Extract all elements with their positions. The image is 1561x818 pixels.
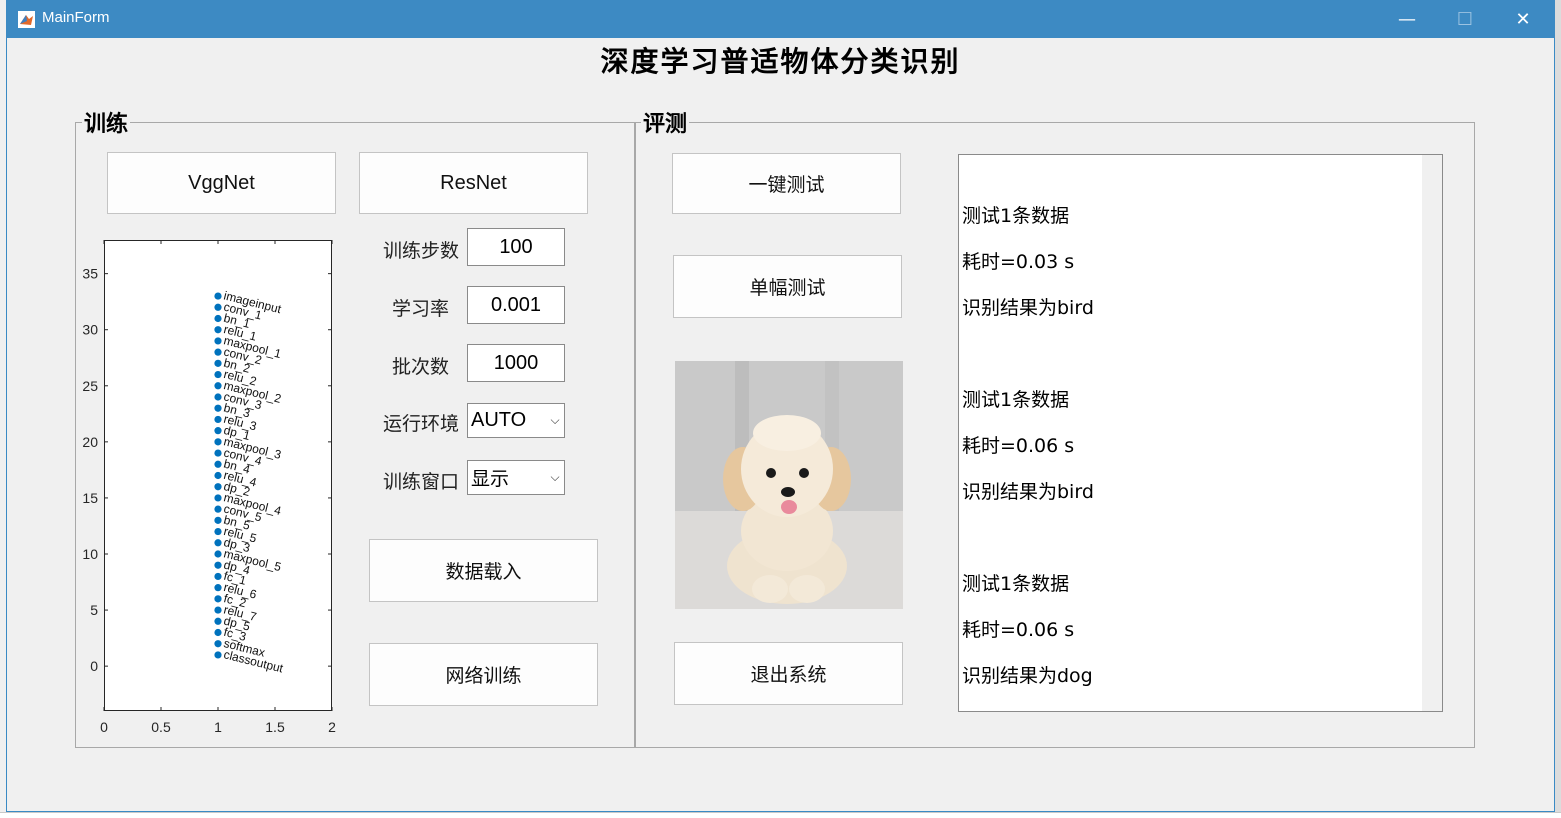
exit-system-button[interactable]: 退出系统 [674,642,903,705]
train-steps-label: 训练步数 [382,240,459,262]
log-line: 测试1条数据 [962,389,1070,411]
log-scrollbar[interactable] [1422,155,1442,711]
learning-rate-input[interactable]: 0.001 [467,286,565,324]
matlab-app-icon [18,11,35,28]
maximize-button[interactable]: ☐ [1436,0,1494,38]
train-steps-input[interactable]: 100 [467,228,565,266]
single-image-test-button[interactable]: 单幅测试 [673,255,902,318]
one-click-test-button[interactable]: 一键测试 [672,153,901,214]
minimize-button[interactable]: — [1378,0,1436,38]
train-network-button[interactable]: 网络训练 [369,643,598,706]
window-title: MainForm [42,9,110,26]
log-line: 测试1条数据 [962,205,1070,227]
train-window-label: 训练窗口 [382,471,459,493]
log-line: 识别结果为bird [962,481,1094,503]
puppy-image [675,361,903,609]
run-env-label: 运行环境 [382,413,459,435]
result-log-content: 测试1条数据 耗时=0.03 s 识别结果为bird 测试1条数据 耗时=0.0… [962,182,1417,711]
log-line: 耗时=0.06 s [962,619,1075,641]
log-line: 耗时=0.06 s [962,435,1075,457]
load-data-button[interactable]: 数据载入 [369,539,598,602]
train-window-value: 显示 [471,468,510,490]
chevron-down-icon: ⌵ [550,413,560,427]
eval-panel-title: 评测 [641,106,690,138]
page-title: 深度学习普适物体分类识别 [600,45,961,78]
batch-count-input[interactable]: 1000 [467,344,565,382]
resnet-button[interactable]: ResNet [359,152,588,214]
network-layer-plot [104,240,332,711]
log-line: 耗时=0.03 s [962,251,1075,273]
run-env-value: AUTO [471,409,527,431]
log-line: 识别结果为dog [962,665,1093,687]
vggnet-button[interactable]: VggNet [107,152,336,214]
run-env-select[interactable]: AUTO ⌵ [467,403,565,438]
train-panel-title: 训练 [82,106,131,138]
test-image-preview [675,361,903,609]
log-line: 识别结果为bird [962,297,1094,319]
chevron-down-icon: ⌵ [550,470,560,484]
log-line: 测试1条数据 [962,573,1070,595]
title-bar[interactable] [6,0,1555,38]
train-window-select[interactable]: 显示 ⌵ [467,460,565,495]
background-taskbar-edge [0,812,1561,818]
background-desktop [1555,0,1561,818]
close-button[interactable]: ✕ [1494,0,1552,38]
batch-count-label: 批次数 [391,356,449,378]
learning-rate-label: 学习率 [391,298,449,320]
